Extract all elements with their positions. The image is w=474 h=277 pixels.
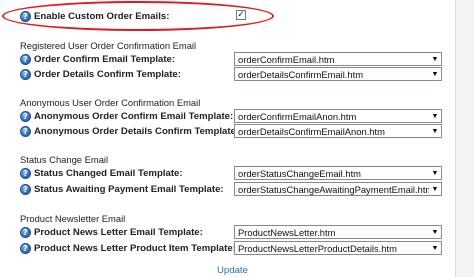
newsletter-email-row: ? Product News Letter Email Template: (20, 224, 203, 240)
order-details-row: ? Order Details Confirm Template: (20, 66, 181, 82)
enable-custom-label: Enable Custom Order Emails: (34, 10, 170, 22)
status-changed-template-select[interactable]: orderStatusChangeEmail.htm ▼ (234, 166, 442, 180)
chevron-down-icon[interactable]: ▼ (429, 167, 441, 179)
right-gutter (456, 0, 474, 277)
enable-custom-checkbox[interactable]: ✓ (236, 10, 246, 20)
select-value: orderDetailsConfirmEmail.htm (238, 68, 364, 80)
section-title-status: Status Change Email (20, 154, 109, 165)
field-label: Anonymous Order Confirm Email Template: (34, 110, 234, 122)
help-icon[interactable]: ? (20, 226, 31, 238)
chevron-down-icon[interactable]: ▼ (429, 183, 441, 195)
help-icon[interactable]: ? (20, 10, 31, 22)
chevron-down-icon[interactable]: ▼ (429, 226, 441, 238)
select-value: orderConfirmEmail.htm (238, 53, 335, 65)
help-icon[interactable]: ? (20, 110, 31, 122)
help-icon[interactable]: ? (20, 242, 31, 254)
help-icon[interactable]: ? (20, 53, 31, 65)
newsletter-item-template-select[interactable]: ProductNewsLetterProductDetails.htm ▼ (234, 241, 442, 255)
chevron-down-icon[interactable]: ▼ (429, 242, 441, 254)
order-confirm-template-select[interactable]: orderConfirmEmail.htm ▼ (234, 52, 442, 66)
enable-custom-row: ? Enable Custom Order Emails: (20, 8, 169, 24)
field-label: Order Details Confirm Template: (34, 68, 181, 80)
newsletter-email-template-select[interactable]: ProductNewsLetter.htm ▼ (234, 225, 442, 239)
order-details-template-select[interactable]: orderDetailsConfirmEmail.htm ▼ (234, 67, 442, 81)
field-label: Product News Letter Email Template: (34, 226, 203, 238)
help-icon[interactable]: ? (20, 183, 31, 195)
status-changed-row: ? Status Changed Email Template: (20, 165, 183, 181)
select-value: ProductNewsLetter.htm (238, 226, 336, 238)
anon-details-template-select[interactable]: orderDetailsConfirmEmailAnon.htm ▼ (234, 124, 442, 138)
chevron-down-icon[interactable]: ▼ (429, 68, 441, 80)
order-confirm-row: ? Order Confirm Email Template: (20, 51, 175, 67)
settings-panel: ? Enable Custom Order Emails: ✓ Register… (0, 0, 456, 277)
select-value: orderStatusChangeAwaitingPaymentEmail.ht… (238, 183, 429, 195)
field-label: Product News Letter Product Item Templat… (34, 242, 236, 254)
field-label: Anonymous Order Details Confirm Template… (34, 125, 240, 137)
status-awaiting-template-select[interactable]: orderStatusChangeAwaitingPaymentEmail.ht… (234, 182, 442, 196)
status-awaiting-row: ? Status Awaiting Payment Email Template… (20, 181, 224, 197)
field-label: Order Confirm Email Template: (34, 53, 176, 65)
anon-confirm-row: ? Anonymous Order Confirm Email Template… (20, 108, 233, 124)
section-title-registered: Registered User Order Confirmation Email (20, 40, 197, 51)
select-value: orderDetailsConfirmEmailAnon.htm (238, 125, 385, 137)
help-icon[interactable]: ? (20, 125, 31, 137)
anon-details-row: ? Anonymous Order Details Confirm Templa… (20, 123, 239, 139)
field-label: Status Awaiting Payment Email Template: (34, 183, 224, 195)
select-value: orderConfirmEmailAnon.htm (238, 110, 357, 122)
update-link[interactable]: Update (217, 265, 248, 276)
chevron-down-icon[interactable]: ▼ (429, 110, 441, 122)
help-icon[interactable]: ? (20, 68, 31, 80)
select-value: orderStatusChangeEmail.htm (238, 167, 361, 179)
field-label: Status Changed Email Template: (34, 167, 183, 179)
newsletter-item-row: ? Product News Letter Product Item Templ… (20, 240, 236, 256)
chevron-down-icon[interactable]: ▼ (429, 125, 441, 137)
select-value: ProductNewsLetterProductDetails.htm (238, 242, 397, 254)
anon-confirm-template-select[interactable]: orderConfirmEmailAnon.htm ▼ (234, 109, 442, 123)
section-title-anonymous: Anonymous User Order Confirmation Email (20, 97, 201, 108)
help-icon[interactable]: ? (20, 167, 31, 179)
chevron-down-icon[interactable]: ▼ (429, 53, 441, 65)
section-title-newsletter: Product Newsletter Email (20, 213, 126, 224)
